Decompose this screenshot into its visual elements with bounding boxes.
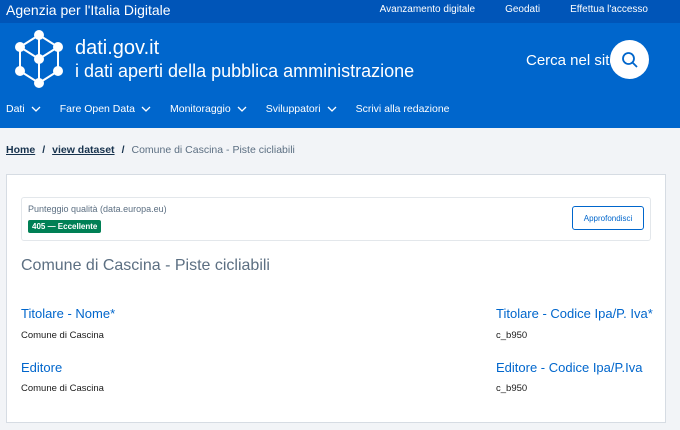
site-subtitle: i dati aperti della pubblica amministraz… xyxy=(75,61,415,81)
dataset-card: Punteggio qualità (data.europa.eu) 405 —… xyxy=(6,174,666,423)
approfondisci-button[interactable]: Approfondisci xyxy=(572,206,644,230)
top-links: Avanzamento digitale Geodati Effettua l'… xyxy=(380,4,648,15)
quality-score-label: Punteggio qualità (data.europa.eu) xyxy=(28,204,167,214)
main-nav: Dati Fare Open Data Monitoraggio Svilupp… xyxy=(6,103,469,115)
field-label-editore-codice: Editore - Codice Ipa/P.Iva xyxy=(496,360,643,375)
field-label-titolare-codice: Titolare - Codice Ipa/P. Iva* xyxy=(496,306,653,321)
nav-item-sviluppatori[interactable]: Sviluppatori xyxy=(266,103,337,115)
quality-score-badge: 405 — Eccellente xyxy=(28,220,102,233)
dati-network-logo[interactable] xyxy=(8,27,70,91)
dataset-title: Comune di Cascina - Piste cicliabili xyxy=(21,257,270,274)
login-link[interactable]: Effettua l'accesso xyxy=(570,4,648,15)
field-value-editore: Comune di Cascina xyxy=(21,383,104,394)
breadcrumb: Home / view dataset / Comune di Cascina … xyxy=(6,144,295,156)
chevron-down-icon xyxy=(31,106,41,112)
chevron-down-icon xyxy=(237,106,247,112)
field-value-titolare-nome: Comune di Cascina xyxy=(21,330,104,341)
field-label-titolare-nome: Titolare - Nome* xyxy=(21,306,116,321)
site-title[interactable]: dati.gov.it xyxy=(75,37,159,60)
nav-label: Dati xyxy=(6,103,25,115)
top-bar: Agenzia per l'Italia Digitale Avanzament… xyxy=(0,0,680,23)
nav-label: Monitoraggio xyxy=(169,103,231,115)
nav-label: Fare Open Data xyxy=(59,103,135,115)
agency-link[interactable]: Agenzia per l'Italia Digitale xyxy=(6,2,171,18)
search-button[interactable] xyxy=(610,40,649,79)
breadcrumb-separator: / xyxy=(121,144,125,156)
breadcrumb-separator: / xyxy=(42,144,46,156)
field-value-editore-codice: c_b950 xyxy=(496,383,528,394)
nav-item-monitoraggio[interactable]: Monitoraggio xyxy=(170,103,247,115)
breadcrumb-home[interactable]: Home xyxy=(6,144,35,156)
field-value-titolare-codice: c_b950 xyxy=(496,330,528,341)
nav-item-scrivi-alla-redazione[interactable]: Scrivi alla redazione xyxy=(356,103,450,115)
breadcrumb-current: Comune di Cascina - Piste cicliabili xyxy=(131,144,295,156)
geodati-link[interactable]: Geodati xyxy=(505,4,540,15)
nav-item-dati[interactable]: Dati xyxy=(6,103,41,115)
breadcrumb-view-dataset[interactable]: view dataset xyxy=(52,144,114,156)
avanzamento-digitale-link[interactable]: Avanzamento digitale xyxy=(380,4,475,15)
chevron-down-icon xyxy=(141,106,151,112)
nav-item-fare-open-data[interactable]: Fare Open Data xyxy=(60,103,151,115)
search-label: Cerca nel sito xyxy=(526,52,618,69)
site-header: dati.gov.it i dati aperti della pubblica… xyxy=(0,23,680,128)
nav-label: Sviluppatori xyxy=(265,103,321,115)
quality-score-box: Punteggio qualità (data.europa.eu) 405 —… xyxy=(21,197,651,241)
chevron-down-icon xyxy=(327,106,337,112)
field-label-editore: Editore xyxy=(21,360,63,375)
nav-label: Scrivi alla redazione xyxy=(355,103,450,115)
search-icon xyxy=(621,51,638,68)
